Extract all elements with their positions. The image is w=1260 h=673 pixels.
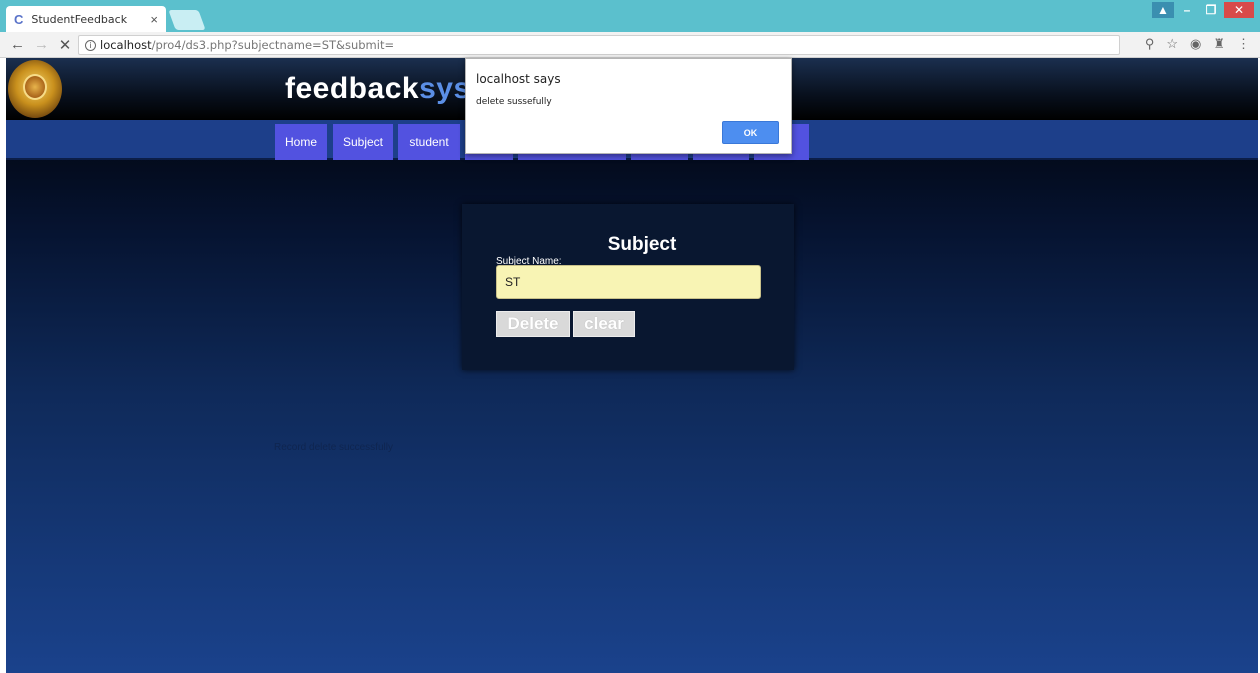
site-title-main: feedback bbox=[285, 72, 420, 105]
browser-menu-icon[interactable]: ⋮ bbox=[1237, 36, 1250, 52]
url-host: localhost bbox=[100, 38, 152, 52]
browser-tab-bar: C StudentFeedback × ▲ – ❐ ✕ bbox=[0, 0, 1260, 32]
tab-favicon-icon: C bbox=[14, 11, 24, 27]
maximize-icon[interactable]: ❐ bbox=[1200, 2, 1222, 18]
logo-emblem-icon bbox=[23, 74, 47, 100]
clear-button[interactable]: clear bbox=[573, 311, 635, 337]
tab-title: StudentFeedback bbox=[31, 12, 128, 26]
address-bar[interactable]: i localhost /pro4/ds3.php?subjectname=ST… bbox=[78, 35, 1120, 55]
college-logo bbox=[8, 60, 62, 118]
subject-form-card: Subject Subject Name: Delete clear bbox=[462, 204, 794, 370]
close-window-icon[interactable]: ✕ bbox=[1224, 2, 1254, 18]
site-info-icon[interactable]: i bbox=[85, 39, 96, 51]
zoom-icon[interactable]: ⚲ bbox=[1145, 36, 1155, 52]
window-controls: ▲ – ❐ ✕ bbox=[1152, 2, 1254, 18]
bookmark-star-icon[interactable]: ☆ bbox=[1166, 36, 1178, 52]
status-message: Record delete successfully bbox=[274, 442, 393, 453]
dialog-message: delete sussefully bbox=[476, 97, 552, 107]
site-title-accent: sys bbox=[419, 72, 471, 105]
delete-button[interactable]: Delete bbox=[496, 311, 570, 337]
back-arrow-icon[interactable]: ← bbox=[10, 36, 25, 53]
card-title: Subject bbox=[607, 234, 677, 255]
new-tab-button[interactable] bbox=[168, 10, 206, 30]
extension-icon[interactable]: ◉ bbox=[1190, 36, 1201, 52]
toolbar-actions: ⚲ ☆ ◉ ♜ ⋮ bbox=[1145, 36, 1250, 52]
minimize-icon[interactable]: – bbox=[1176, 2, 1198, 18]
browser-toolbar: ← → ✕ i localhost /pro4/ds3.php?subjectn… bbox=[0, 32, 1260, 58]
site-title: feedbacksys bbox=[285, 72, 471, 106]
forward-arrow-icon[interactable]: → bbox=[34, 36, 49, 53]
url-path: /pro4/ds3.php?subjectname=ST&submit= bbox=[151, 38, 395, 52]
nav-subject[interactable]: Subject bbox=[333, 124, 393, 160]
stop-loading-icon[interactable]: ✕ bbox=[58, 36, 72, 54]
dialog-title: localhost says bbox=[476, 72, 561, 86]
tab-close-icon[interactable]: × bbox=[150, 12, 158, 27]
alert-dialog: localhost says delete sussefully OK bbox=[465, 58, 792, 154]
subject-name-input[interactable] bbox=[496, 265, 761, 299]
dialog-ok-button[interactable]: OK bbox=[722, 121, 779, 144]
user-profile-icon[interactable]: ▲ bbox=[1152, 2, 1174, 18]
nav-student[interactable]: student bbox=[398, 124, 460, 160]
nav-home[interactable]: Home bbox=[275, 124, 327, 160]
browser-tab[interactable]: C StudentFeedback × bbox=[6, 6, 166, 32]
incognito-icon[interactable]: ♜ bbox=[1213, 36, 1225, 52]
